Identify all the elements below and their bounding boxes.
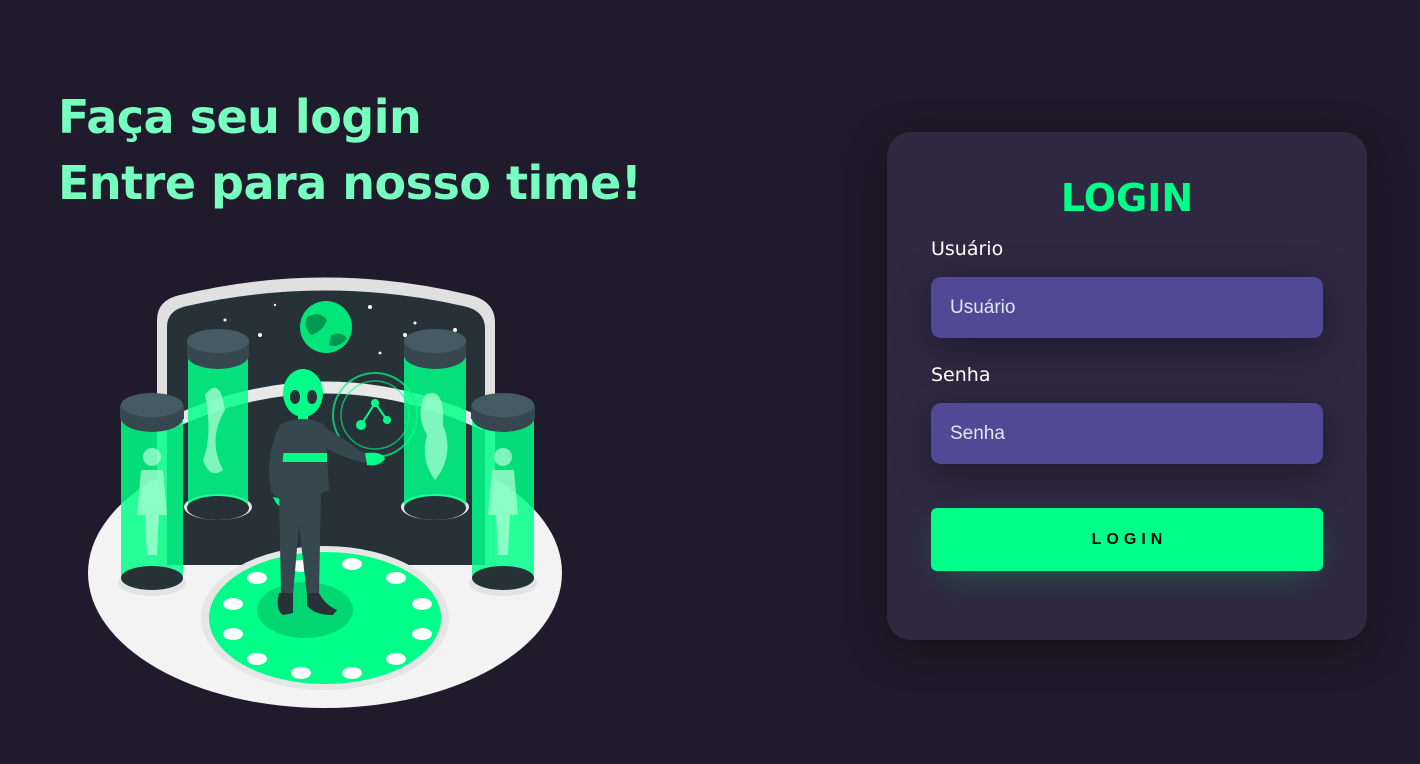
headline: Faça seu login Entre para nosso time!: [58, 84, 642, 216]
alien-lab-illustration-icon: [88, 277, 562, 708]
headline-line-1: Faça seu login: [58, 90, 422, 144]
login-title: LOGIN: [1060, 176, 1194, 220]
username-label: Usuário: [931, 238, 1004, 260]
password-label: Senha: [931, 364, 991, 386]
password-input[interactable]: [931, 403, 1323, 464]
login-button[interactable]: LOGIN: [931, 508, 1323, 571]
username-input[interactable]: [931, 277, 1323, 338]
headline-line-2: Entre para nosso time!: [58, 156, 642, 210]
